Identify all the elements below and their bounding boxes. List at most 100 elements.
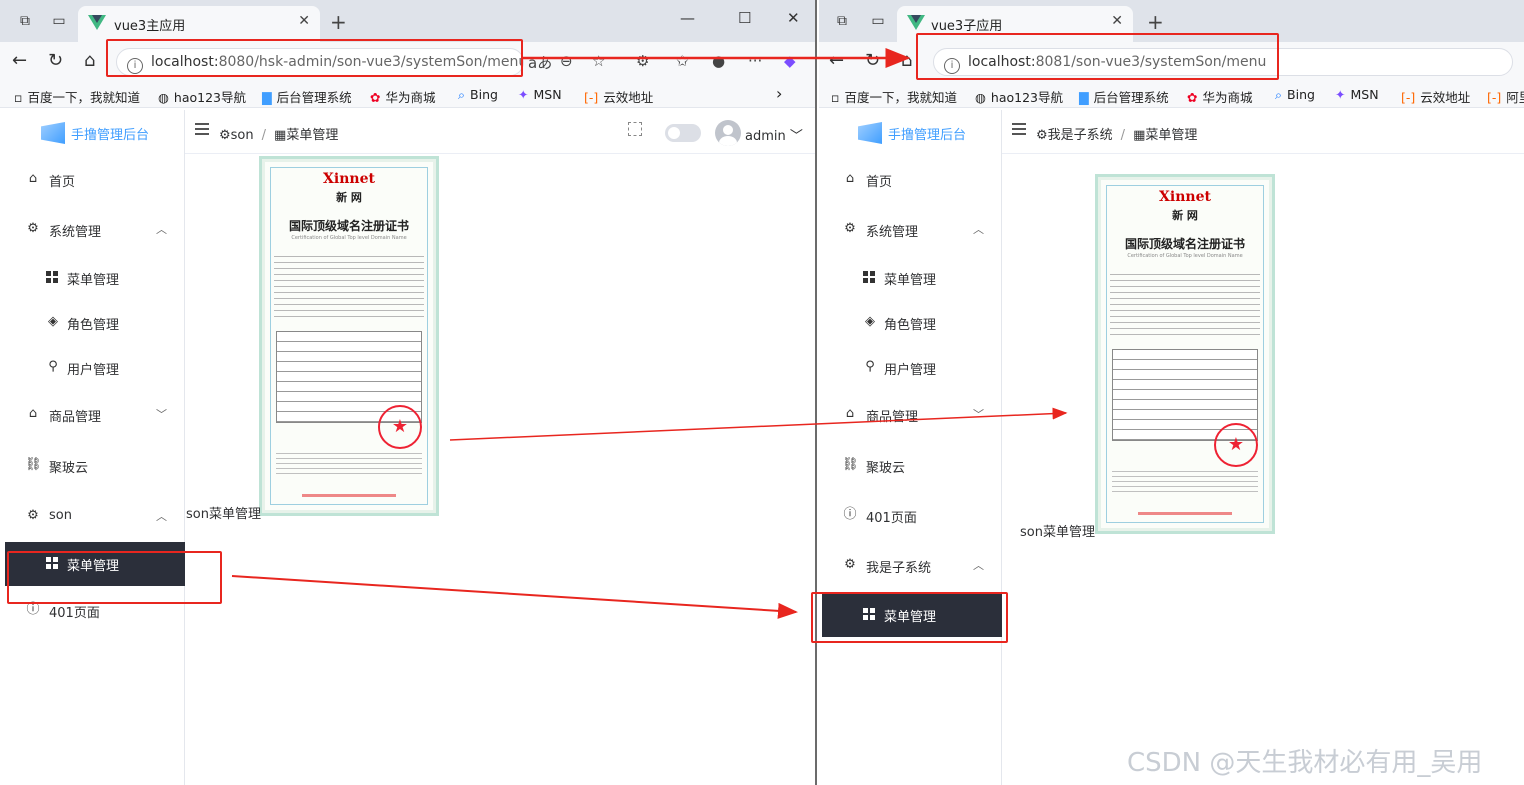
more-icon[interactable]: ··· [748,52,762,70]
chevron-up-icon: ︿ [973,223,984,236]
bookmark-baidu[interactable]: ▫ 百度一下，我就知道 [831,87,957,106]
menu-highlight-box-right [811,592,1008,643]
user-icon: ⚲ [48,359,58,374]
red-seal-icon [378,405,422,449]
bookmarks-more-icon[interactable]: › [776,84,782,103]
tab-actions-icon[interactable]: ▭ [869,12,887,30]
sidebar-item-goods[interactable]: ⌂ 商品管理 ﹀ [5,393,185,437]
sidebar-item-menu-mgmt[interactable]: 菜单管理 [5,256,185,300]
page-content-text: son菜单管理 [186,507,261,522]
new-tab-icon[interactable]: + [1147,10,1164,34]
sidebar-item-jupo[interactable]: ⛓ 聚玻云 [5,444,185,488]
extensions-icon[interactable]: ⚙ [636,52,649,70]
bookmark-yunxiao[interactable]: [-] 云效地址 [1401,87,1470,106]
shop-icon: ⌂ [845,406,855,421]
hamburger-icon[interactable] [1012,123,1026,135]
warning-circle-icon: ⓘ [26,602,40,617]
back-icon[interactable]: ← [12,50,27,71]
bookmark-msn[interactable]: ✦ MSN [1335,87,1379,102]
bookmark-msn[interactable]: ✦ MSN [518,87,562,102]
sidebar-item-user-mgmt[interactable]: ⚲ 用户管理 [5,346,185,390]
favorites-icon[interactable]: ✩ [676,52,689,70]
favorite-star-icon[interactable]: ☆ [592,52,605,70]
diamond-icon: ◈ [48,314,58,329]
workspaces-icon[interactable]: ⧉ [16,12,34,30]
sidebar: 手撸管理后台 ⌂ 首页 ⚙ 系统管理 ︿ 菜单管理 ◈ 角色管理 ⚲ 用户管理 [5,110,185,785]
bookmark-yunxiao[interactable]: [-] 云效地址 [584,87,653,106]
close-tab-icon[interactable]: ✕ [298,13,310,29]
sidebar-item-home[interactable]: ⌂ 首页 [5,158,185,202]
sidebar: 手撸管理后台 ⌂ 首页 ⚙ 系统管理 ︿ 菜单管理 ◈ 角色管理 ⚲ 用户管理 [822,110,1002,785]
sidebar-item-system[interactable]: ⚙ 系统管理 ︿ [822,208,1002,252]
bookmark-admin[interactable]: ▇ 后台管理系统 [262,87,352,106]
minimize-icon[interactable]: — [680,9,695,27]
gear-icon: ⚙ [219,128,231,143]
red-seal-icon [1214,423,1258,467]
copilot-icon[interactable]: ◆ [784,52,796,70]
vue-icon [88,15,106,30]
sidebar-item-system[interactable]: ⚙ 系统管理 ︿ [5,208,185,252]
shop-icon: ⌂ [28,406,38,421]
bookmark-admin[interactable]: ▇ 后台管理系统 [1079,87,1169,106]
bookmark-ali[interactable]: [-]阿里 [1487,87,1524,106]
logo-icon [41,122,65,144]
zoom-icon[interactable]: ⊖ [560,52,573,70]
bookmark-bing[interactable]: ⌕ Bing [458,87,498,103]
maximize-icon[interactable]: ☐ [738,9,751,27]
user-menu[interactable]: admin ﹀ [745,125,803,144]
bookmark-hao123[interactable]: ◍ hao123导航 [975,87,1063,106]
bookmark-baidu[interactable]: ▫ 百度一下，我就知道 [14,87,140,106]
bookmarks-bar: ▫ 百度一下，我就知道 ◍ hao123导航 ▇ 后台管理系统 ✿ 华为商城 ⌕ Bing… [0,82,815,108]
gear-icon: ⚙ [27,508,39,523]
theme-toggle[interactable] [665,124,701,142]
bookmark-hao123[interactable]: ◍ hao123导航 [158,87,246,106]
tab-actions-icon[interactable]: ▭ [50,12,68,30]
sidebar-item-goods[interactable]: ⌂ 商品管理 ﹀ [822,393,1002,437]
tab-bar: ⧉ ▭ vue3主应用 ✕ + — ☐ ✕ [0,0,815,42]
app-header: ⚙我是子系统 / ▦菜单管理 [1002,110,1524,154]
logo-icon [858,122,882,144]
house-icon: ⌂ [28,171,38,186]
sidebar-item-son[interactable]: ⚙ son ︿ [5,495,185,539]
sidebar-item-jupo[interactable]: ⛓ 聚玻云 [822,444,1002,488]
breadcrumb: ⚙我是子系统 / ▦菜单管理 [1036,128,1198,143]
sidebar-item-home[interactable]: ⌂ 首页 [822,158,1002,202]
link-icon: ⛓ [25,457,42,472]
bookmark-huawei[interactable]: ✿ 华为商城 [1187,87,1253,106]
bookmark-huawei[interactable]: ✿ 华为商城 [370,87,436,106]
sidebar-item-401[interactable]: ⓘ 401页面 [822,494,1002,538]
new-tab-icon[interactable]: + [330,10,347,34]
sidebar-item-role-mgmt[interactable]: ◈ 角色管理 [5,301,185,345]
refresh-icon[interactable]: ↻ [865,50,880,71]
grid-icon: ▦ [274,128,287,143]
domain-certificate-image: Xinnet 新 网 国际顶级域名注册证书 Certification of G… [259,156,439,516]
profile-icon[interactable]: ● [712,52,725,70]
workspaces-icon[interactable]: ⧉ [833,12,851,30]
vue-icon [907,15,925,30]
sidebar-item-user-mgmt[interactable]: ⚲ 用户管理 [822,346,1002,390]
browser-tab[interactable]: vue3主应用 ✕ [78,6,320,42]
refresh-icon[interactable]: ↻ [48,50,63,71]
warning-circle-icon: ⓘ [843,507,857,522]
close-tab-icon[interactable]: ✕ [1111,13,1123,29]
fullscreen-icon[interactable] [628,122,642,136]
url-highlight-box-left [106,39,523,77]
hamburger-icon[interactable] [195,123,209,135]
chevron-up-icon: ︿ [156,223,167,236]
home-icon[interactable]: ⌂ [901,50,912,71]
home-icon[interactable]: ⌂ [84,50,95,71]
reading-mode-icon[interactable]: aあ [528,52,552,73]
back-icon[interactable]: ← [829,50,844,71]
user-icon: ⚲ [865,359,875,374]
grid-icon [863,271,875,283]
admin-app: 手撸管理后台 ⌂ 首页 ⚙ 系统管理 ︿ 菜单管理 ◈ 角色管理 ⚲ 用户管理 [0,110,815,785]
bookmark-bing[interactable]: ⌕ Bing [1275,87,1315,103]
sidebar-item-menu-mgmt[interactable]: 菜单管理 [822,256,1002,300]
gear-icon: ⚙ [1036,128,1048,143]
close-window-icon[interactable]: ✕ [787,9,800,27]
bookmarks-bar: ▫ 百度一下，我就知道 ◍ hao123导航 ▇ 后台管理系统 ✿ 华为商城 ⌕ Bing… [819,82,1524,108]
csdn-watermark: CSDN @天生我材必有用_吴用 [1127,748,1483,778]
sidebar-item-child-system[interactable]: ⚙ 我是子系统 ︿ [822,544,1002,588]
avatar[interactable] [715,120,741,146]
sidebar-item-role-mgmt[interactable]: ◈ 角色管理 [822,301,1002,345]
